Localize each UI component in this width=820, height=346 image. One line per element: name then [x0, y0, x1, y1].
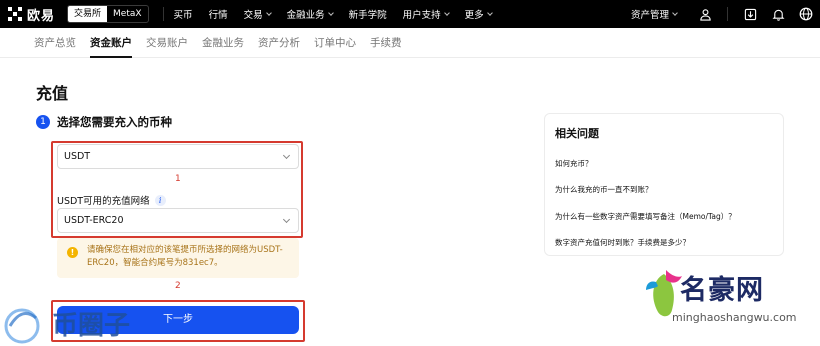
account-subnav: 资产总览 资金账户 交易账户 金融业务 资产分析 订单中心 手续费 [0, 28, 820, 58]
switch-wallet[interactable]: MetaX [107, 6, 148, 22]
faq-title: 相关问题 [555, 127, 599, 140]
nav-support[interactable]: 用户支持 [402, 7, 450, 21]
nav-learn[interactable]: 新手学院 [349, 7, 387, 21]
tab-asset-analysis[interactable]: 资产分析 [258, 28, 300, 58]
tab-trading-account[interactable]: 交易账户 [146, 28, 188, 58]
download-icon[interactable] [736, 0, 764, 28]
watermark-left-logo-icon: 币圈子 [4, 308, 130, 344]
bell-icon[interactable] [764, 0, 792, 28]
nav-divider [162, 7, 164, 21]
nav-label: 买币 [173, 10, 193, 21]
annotation-label-2: 2 [175, 281, 181, 291]
nav-label: 更多 [464, 10, 484, 21]
tab-finance[interactable]: 金融业务 [202, 28, 244, 58]
network-label: USDT可用的充值网络 i [57, 193, 166, 207]
faq-link[interactable]: 数字资产充值何时到账？手续费是多少？ [555, 237, 690, 248]
faq-link[interactable]: 如何充币？ [555, 158, 593, 169]
watermark-left: 币圈子 [0, 296, 160, 346]
nav-right: 资产管理 [631, 0, 820, 28]
chevron-down-icon [265, 9, 272, 16]
chevron-down-icon [486, 9, 493, 16]
chevron-down-icon [282, 215, 291, 224]
chevron-down-icon [443, 9, 450, 16]
watermark-url: minghaoshangwu.com [672, 311, 797, 324]
top-nav: 欧易 交易所 MetaX 买币 行情 交易 金融业务 新手学院 用户支持 更多 … [0, 0, 820, 28]
faq-link[interactable]: 为什么我充的币一直不到账？ [555, 184, 653, 195]
tab-fees[interactable]: 手续费 [370, 28, 402, 58]
nav-label: 新手学院 [348, 10, 387, 21]
warning-text: 请确保您在相对应的该笔提币所选择的网络为USDT-ERC20，智能合约尾号为83… [87, 245, 283, 268]
step-number-badge: 1 [36, 115, 50, 129]
nav-finance[interactable]: 金融业务 [286, 7, 334, 21]
network-label-text: USDT可用的充值网络 [57, 196, 150, 207]
tab-asset-overview[interactable]: 资产总览 [34, 28, 76, 58]
step-title: 选择您需要充入的币种 [57, 115, 172, 129]
page-title: 充值 [36, 84, 69, 103]
nav-buy-crypto[interactable]: 买币 [174, 7, 193, 21]
globe-icon[interactable] [792, 0, 820, 28]
switch-exchange[interactable]: 交易所 [68, 6, 108, 22]
watermark-right: 名豪网 minghaoshangwu.com [640, 262, 820, 346]
asset-management-menu[interactable]: 资产管理 [630, 7, 678, 21]
step-header: 1 选择您需要充入的币种 [36, 114, 172, 130]
annotation-label-1: 1 [175, 174, 181, 184]
asset-management-label: 资产管理 [630, 10, 669, 21]
nav-label: 金融业务 [286, 10, 325, 21]
tab-funding-account[interactable]: 资金账户 [90, 28, 132, 58]
coin-select[interactable]: USDT [57, 144, 299, 169]
nav-markets[interactable]: 行情 [209, 7, 228, 21]
nav-more[interactable]: 更多 [464, 7, 493, 21]
faq-panel: 相关问题 如何充币？ 为什么我充的币一直不到账？ 为什么有一些数字资产需要填写备… [544, 113, 784, 256]
user-icon[interactable] [691, 0, 719, 28]
nav-divider [727, 7, 728, 21]
nav-links: 买币 行情 交易 金融业务 新手学院 用户支持 更多 [174, 7, 508, 21]
logo-text: 欧易 [27, 8, 56, 24]
watermark-brand: 名豪网 [680, 275, 764, 306]
nav-label: 交易 [243, 10, 263, 21]
nav-label: 用户支持 [402, 10, 441, 21]
warning-icon: ! [67, 247, 78, 258]
watermark-left-text: 币圈子 [52, 311, 130, 341]
coin-select-value: USDT [64, 151, 91, 162]
nav-trade[interactable]: 交易 [243, 7, 272, 21]
tab-order-center[interactable]: 订单中心 [314, 28, 356, 58]
network-select-value: USDT-ERC20 [64, 215, 124, 226]
network-warning: ! 请确保您在相对应的该笔提币所选择的网络为USDT-ERC20，智能合约尾号为… [57, 238, 299, 278]
chevron-down-icon [327, 9, 334, 16]
chevron-down-icon [282, 151, 291, 160]
logo[interactable]: 欧易 [8, 5, 55, 24]
info-icon[interactable]: i [154, 194, 166, 206]
nav-label: 行情 [208, 10, 228, 21]
network-select[interactable]: USDT-ERC20 [57, 208, 299, 233]
product-switch: 交易所 MetaX [67, 5, 149, 23]
chevron-down-icon [672, 9, 678, 16]
okx-logo-icon [8, 7, 22, 21]
faq-link[interactable]: 为什么有一些数字资产需要填写备注（Memo/Tag）？ [555, 211, 736, 222]
